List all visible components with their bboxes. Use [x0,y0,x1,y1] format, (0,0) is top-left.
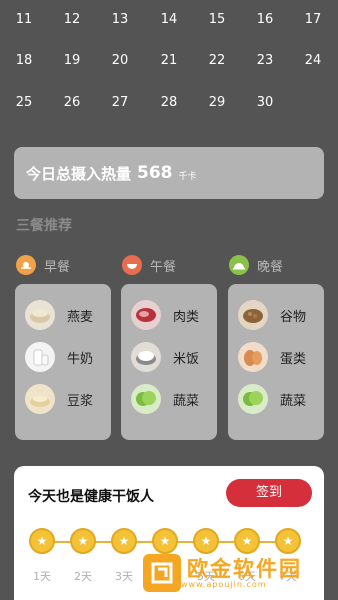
calendar-day[interactable]: 27 [105,95,135,110]
star-coin-icon: ★ [70,528,96,554]
calendar-day[interactable]: 23 [250,53,280,68]
calendar-day[interactable]: 14 [154,12,184,27]
calendar-day[interactable]: 21 [154,53,184,68]
sun-icon [16,255,36,275]
calendar-day[interactable]: 11 [9,12,39,27]
food-item[interactable]: 米饭 [131,342,199,372]
grain-icon [238,300,268,330]
watermark-url: www.apoujin.com [181,579,267,589]
day-label: 3天 [115,570,133,583]
food-item[interactable]: 蛋类 [238,342,306,372]
watermark: 欧金软件园 www.apoujin.com [143,553,329,593]
meal-header-lunch[interactable]: 午餐 [122,255,176,275]
star-coin-icon: ★ [29,528,55,554]
meal-card-dinner: 谷物 蛋类 蔬菜 [228,284,324,440]
star-coin-icon: ★ [193,528,219,554]
calendar-day[interactable]: 13 [105,12,135,27]
meal-header-label: 晚餐 [257,259,284,275]
vegetable-icon [131,384,161,414]
calendar-day[interactable]: 25 [9,95,39,110]
meal-card-lunch: 肉类 米饭 蔬菜 [121,284,217,440]
calorie-value: 568 [137,163,173,183]
star-coin-icon: ★ [111,528,137,554]
food-item[interactable]: 蔬菜 [238,384,306,414]
star-coin-icon: ★ [152,528,178,554]
calendar-day[interactable]: 29 [202,95,232,110]
calendar-day[interactable]: 26 [57,95,87,110]
calendar-day[interactable]: 17 [298,12,328,27]
star-coin-icon: ★ [234,528,260,554]
checkin-title: 今天也是健康干饭人 [28,489,154,505]
calendar-day[interactable]: 28 [154,95,184,110]
day-label: 2天 [74,570,92,583]
food-item[interactable]: 牛奶 [25,342,93,372]
food-label: 燕麦 [67,309,94,325]
vegetable-icon [238,384,268,414]
calendar-day[interactable]: 18 [9,53,39,68]
calendar-day[interactable]: 20 [105,53,135,68]
calendar-day[interactable]: 22 [202,53,232,68]
milk-icon [25,342,55,372]
food-label: 蔬菜 [280,393,307,409]
meal-header-dinner[interactable]: 晚餐 [229,255,283,275]
watermark-text: 欧金软件园 [187,556,302,581]
calendar-day[interactable]: 12 [57,12,87,27]
oats-icon [25,300,55,330]
food-item[interactable]: 燕麦 [25,300,93,330]
calendar-day[interactable]: 16 [250,12,280,27]
calendar-row-3: 25 26 27 28 29 30 [0,95,338,115]
food-label: 蔬菜 [173,393,200,409]
meal-header-label: 早餐 [44,259,71,275]
meal-recommend-title: 三餐推荐 [16,218,72,234]
calendar-day[interactable]: 30 [250,95,280,110]
calendar-day[interactable]: 24 [298,53,328,68]
rice-icon [131,342,161,372]
checkin-button[interactable]: 签到 [226,479,312,507]
food-item[interactable]: 豆浆 [25,384,93,414]
meat-icon [131,300,161,330]
calendar-row-2: 18 19 20 21 22 23 24 [0,53,338,73]
calorie-summary-card: 今日总摄入热量 568 千卡 [14,147,324,199]
food-label: 蛋类 [280,351,307,367]
soymilk-icon [25,384,55,414]
food-label: 米饭 [173,351,200,367]
star-coin-icon: ★ [275,528,301,554]
calendar-row-1: 11 12 13 14 15 16 17 [0,12,338,32]
cloche-icon [229,255,249,275]
calendar-day[interactable]: 15 [202,12,232,27]
food-label: 豆浆 [67,393,94,409]
meal-card-breakfast: 燕麦 牛奶 豆浆 [15,284,111,440]
calendar-day[interactable]: 19 [57,53,87,68]
bowl-icon [122,255,142,275]
food-label: 肉类 [173,309,200,325]
food-item[interactable]: 谷物 [238,300,306,330]
meal-header-label: 午餐 [150,259,177,275]
food-item[interactable]: 蔬菜 [131,384,199,414]
egg-icon [238,342,268,372]
food-label: 牛奶 [67,351,94,367]
meal-header-breakfast[interactable]: 早餐 [16,255,70,275]
calorie-summary-label: 今日总摄入热量 [26,164,132,183]
calorie-unit: 千卡 [178,171,197,182]
food-item[interactable]: 肉类 [131,300,199,330]
day-label: 1天 [33,570,51,583]
food-label: 谷物 [280,309,307,325]
watermark-logo-icon [143,554,181,592]
